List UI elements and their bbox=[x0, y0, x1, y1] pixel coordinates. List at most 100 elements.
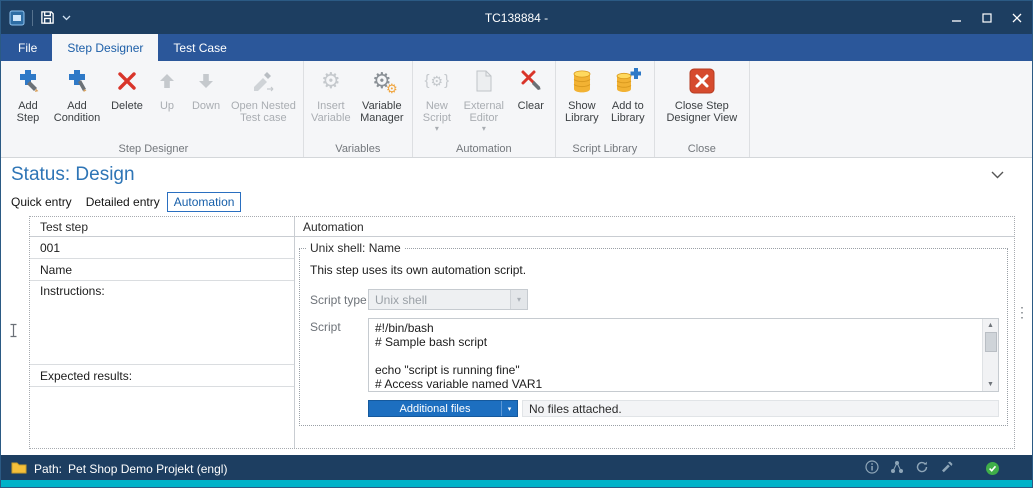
network-icon[interactable] bbox=[890, 460, 904, 477]
scrollbar-thumb[interactable] bbox=[985, 332, 997, 352]
tab-test-case[interactable]: Test Case bbox=[158, 34, 241, 61]
scroll-down-icon[interactable]: ▼ bbox=[987, 379, 994, 390]
close-button[interactable] bbox=[1002, 1, 1032, 34]
insert-variable-button[interactable]: ⚙ Insert Variable bbox=[307, 62, 355, 141]
button-label: Editor bbox=[469, 112, 498, 124]
add-condition-button[interactable]: Add Condition bbox=[49, 62, 105, 141]
script-editor[interactable]: #!/bin/bash # Sample bash script echo "s… bbox=[368, 318, 999, 392]
button-label: Designer View bbox=[666, 112, 737, 124]
tools-icon[interactable] bbox=[940, 460, 954, 477]
chevron-down-icon: ▾ bbox=[510, 290, 527, 309]
app-window: TC138884 - File Step Designer Test Case … bbox=[0, 0, 1033, 488]
ribbon-group-variables: ⚙ Insert Variable ⚙⚙ Variable Manager Va… bbox=[304, 61, 413, 157]
button-label: Step bbox=[17, 112, 40, 124]
test-step-column-header: Test step bbox=[30, 217, 294, 237]
maximize-button[interactable] bbox=[972, 1, 1002, 34]
close-view-icon bbox=[689, 65, 715, 97]
window-controls bbox=[942, 1, 1032, 34]
button-label: Clear bbox=[518, 100, 544, 112]
add-to-library-button[interactable]: Add to Library bbox=[605, 62, 651, 141]
ribbon-group-label: Step Designer bbox=[7, 141, 300, 157]
additional-files-label: Additional files bbox=[369, 403, 501, 415]
add-step-icon bbox=[15, 65, 41, 97]
chevron-down-icon[interactable]: ▾ bbox=[501, 401, 517, 416]
menu-tabbar: File Step Designer Test Case bbox=[1, 34, 1032, 61]
button-label: Manager bbox=[360, 112, 403, 124]
up-arrow-icon bbox=[157, 65, 177, 97]
show-library-button[interactable]: Show Library bbox=[559, 62, 605, 141]
button-label: Variable bbox=[311, 112, 351, 124]
ribbon-group-label: Automation bbox=[416, 141, 552, 157]
new-script-button[interactable]: {⚙} New Script ▾ bbox=[416, 62, 458, 141]
folder-icon bbox=[11, 461, 27, 477]
scroll-up-icon[interactable]: ▲ bbox=[987, 320, 994, 331]
status-title: Status: Design bbox=[11, 164, 135, 186]
clear-icon bbox=[519, 65, 543, 97]
content-area: ⋮ Test step 001 Name Instructions: Expec… bbox=[1, 213, 1032, 455]
tab-quick-entry[interactable]: Quick entry bbox=[4, 192, 79, 212]
instructions-label: Instructions: bbox=[30, 281, 294, 301]
delete-icon bbox=[116, 65, 138, 97]
automation-script-group: Unix shell: Name This step uses its own … bbox=[299, 241, 1008, 426]
button-label: Add to bbox=[612, 100, 644, 112]
down-button[interactable]: Down bbox=[185, 62, 227, 141]
app-icon[interactable] bbox=[9, 10, 25, 26]
open-nested-test-case-icon bbox=[250, 65, 276, 97]
expected-results-field[interactable] bbox=[30, 387, 294, 448]
quick-access-toolbar bbox=[1, 10, 71, 26]
clear-button[interactable]: Clear bbox=[510, 62, 552, 141]
button-label: New bbox=[426, 100, 448, 112]
step-editor: Test step 001 Name Instructions: Expecte… bbox=[29, 216, 1015, 449]
script-type-select: Unix shell ▾ bbox=[368, 289, 528, 310]
script-type-value: Unix shell bbox=[369, 293, 510, 307]
step-name-cell[interactable]: Name bbox=[30, 259, 294, 281]
external-editor-button[interactable]: External Editor ▾ bbox=[458, 62, 510, 141]
save-icon[interactable] bbox=[40, 10, 55, 25]
collapse-chevron-icon[interactable] bbox=[991, 171, 1004, 179]
automation-group-title: Unix shell: Name bbox=[306, 241, 405, 255]
refresh-icon[interactable] bbox=[915, 460, 929, 477]
up-button[interactable]: Up bbox=[149, 62, 185, 141]
variable-manager-button[interactable]: ⚙⚙ Variable Manager bbox=[355, 62, 409, 141]
button-label: Variable bbox=[362, 100, 402, 112]
ribbon-group-automation: {⚙} New Script ▾ External Editor ▾ bbox=[413, 61, 556, 157]
attached-files-field: No files attached. bbox=[522, 400, 999, 417]
ribbon-group-script-library: Show Library Add to Library Script Libra… bbox=[556, 61, 655, 157]
button-label: External bbox=[464, 100, 504, 112]
ribbon: Add Step Add Condition Delete bbox=[1, 61, 1032, 158]
statusbar-icons bbox=[865, 460, 1022, 477]
instructions-field[interactable] bbox=[30, 301, 294, 365]
minimize-button[interactable] bbox=[942, 1, 972, 34]
test-step-column: Test step 001 Name Instructions: Expecte… bbox=[30, 217, 295, 448]
delete-button[interactable]: Delete bbox=[105, 62, 149, 141]
button-label: Open Nested bbox=[231, 100, 296, 112]
quick-access-chevron-icon[interactable] bbox=[62, 15, 71, 21]
automation-column-header: Automation bbox=[295, 217, 1014, 237]
button-label: Insert bbox=[317, 100, 345, 112]
tab-detailed-entry[interactable]: Detailed entry bbox=[79, 192, 167, 212]
dropdown-arrow-icon: ▾ bbox=[482, 125, 486, 133]
dropdown-arrow-icon: ▾ bbox=[435, 125, 439, 133]
button-label: Delete bbox=[111, 100, 143, 112]
path-label: Path: bbox=[34, 462, 62, 476]
tab-file[interactable]: File bbox=[3, 34, 52, 61]
info-icon[interactable] bbox=[865, 460, 879, 477]
tab-step-designer[interactable]: Step Designer bbox=[52, 34, 158, 61]
add-condition-icon bbox=[64, 65, 90, 97]
script-scrollbar[interactable]: ▲ ▼ bbox=[982, 319, 998, 391]
ribbon-group-label: Variables bbox=[307, 141, 409, 157]
close-step-designer-view-button[interactable]: Close Step Designer View bbox=[658, 62, 746, 141]
step-number-cell[interactable]: 001 bbox=[30, 237, 294, 259]
add-step-button[interactable]: Add Step bbox=[7, 62, 49, 141]
button-label: Close Step bbox=[675, 100, 729, 112]
script-text[interactable]: #!/bin/bash # Sample bash script echo "s… bbox=[375, 321, 980, 389]
new-script-icon: {⚙} bbox=[425, 65, 450, 97]
status-header: Status: Design bbox=[1, 158, 1032, 191]
entry-tabbar: Quick entry Detailed entry Automation bbox=[4, 191, 241, 213]
additional-files-button[interactable]: Additional files ▾ bbox=[368, 400, 518, 417]
connection-status-icon[interactable] bbox=[985, 461, 1000, 476]
tab-automation[interactable]: Automation bbox=[167, 192, 242, 212]
open-nested-test-case-button[interactable]: Open Nested Test case bbox=[227, 62, 300, 141]
splitter-handle[interactable]: ⋮ bbox=[1015, 305, 1029, 319]
expected-results-label: Expected results: bbox=[30, 365, 294, 387]
